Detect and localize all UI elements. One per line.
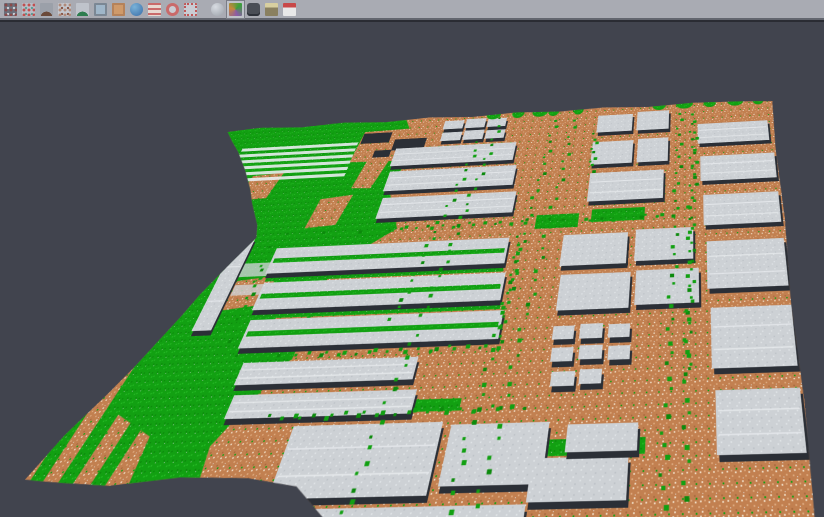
surface-model-icon — [76, 3, 89, 16]
snapshot-icon — [247, 3, 260, 16]
viewport-3d[interactable] — [0, 22, 824, 517]
toolbar — [0, 0, 824, 20]
profile-view-icon — [94, 3, 107, 16]
point-cloud-render — [0, 97, 820, 517]
point-cloud-icon — [4, 3, 17, 16]
sparse-points-icon[interactable] — [56, 1, 73, 18]
scale-icon[interactable] — [263, 1, 280, 18]
ortho-image-icon[interactable] — [110, 1, 127, 18]
sparse-points-icon — [58, 3, 71, 16]
select-sphere-icon — [211, 3, 224, 16]
globe-icon — [130, 3, 143, 16]
terrain-icon[interactable] — [38, 1, 55, 18]
layers-icon[interactable] — [146, 1, 163, 18]
select-sphere-icon[interactable] — [209, 1, 226, 18]
toolbar-spacer — [200, 9, 209, 10]
lidar-viewer-window: { "app": {"name": "point-cloud-viewer"},… — [0, 0, 824, 517]
flag-icon — [283, 3, 296, 16]
profile-view-icon[interactable] — [92, 1, 109, 18]
target-icon[interactable] — [164, 1, 181, 18]
crop-selection-icon — [184, 3, 197, 16]
point-cloud-icon[interactable] — [2, 1, 19, 18]
crop-selection-icon[interactable] — [182, 1, 199, 18]
target-icon — [166, 3, 179, 16]
terrain-icon — [40, 3, 53, 16]
scale-icon — [265, 3, 278, 16]
globe-icon[interactable] — [128, 1, 145, 18]
flag-icon[interactable] — [281, 1, 298, 18]
classified-points-icon[interactable] — [20, 1, 37, 18]
point-cloud-map — [0, 97, 820, 517]
classification-colors-icon[interactable] — [227, 1, 244, 18]
snapshot-icon[interactable] — [245, 1, 262, 18]
surface-model-icon[interactable] — [74, 1, 91, 18]
ortho-image-icon — [112, 3, 125, 16]
layers-icon — [148, 3, 161, 16]
classification-colors-icon — [229, 3, 242, 16]
classified-points-icon — [22, 3, 35, 16]
